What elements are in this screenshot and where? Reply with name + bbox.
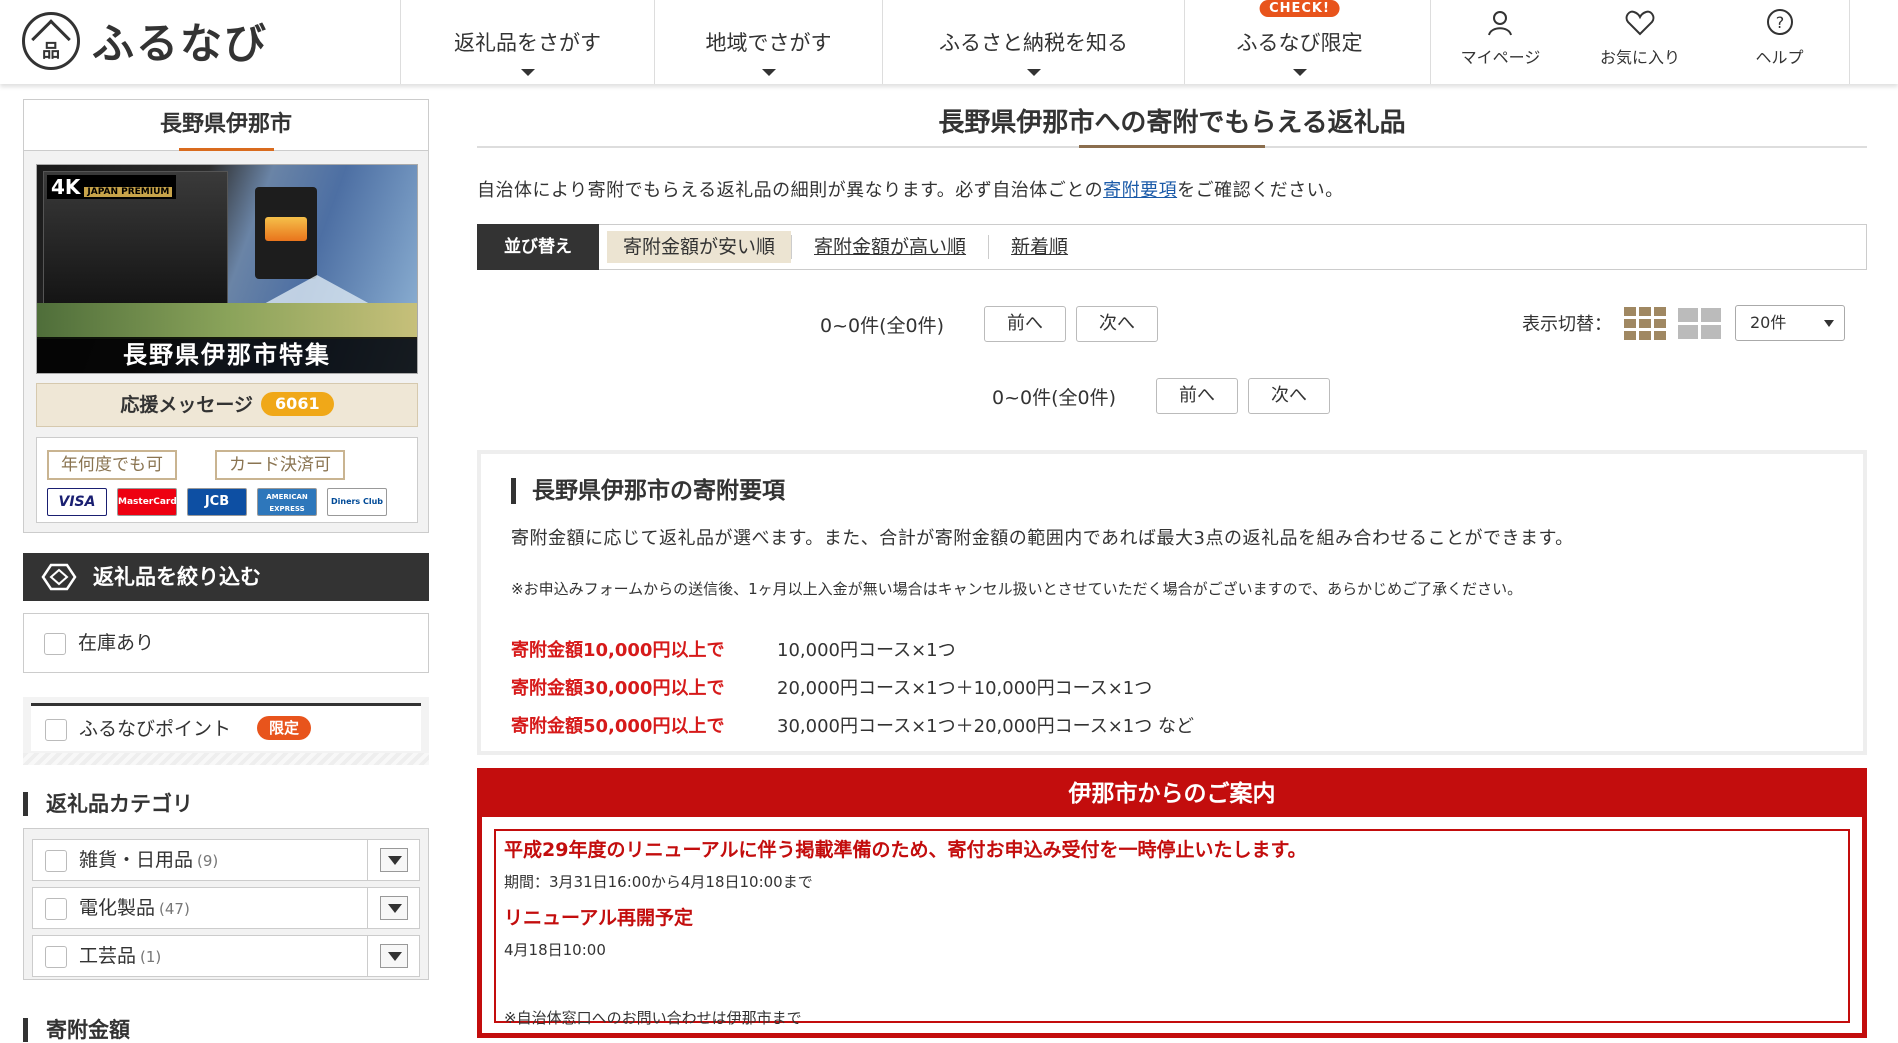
chevron-down-icon <box>380 848 408 872</box>
nav-search-region[interactable]: 地域でさがす <box>654 0 882 84</box>
sort-label: 並び替え <box>477 224 599 270</box>
grid-3col-icon[interactable] <box>1624 306 1666 340</box>
point-filter: ふるなびポイント 限定 <box>23 697 429 765</box>
point-checkbox[interactable] <box>45 718 67 741</box>
notice-period: 期間：3月31日16:00から4月18日10:00まで <box>504 873 813 891</box>
favorites-link[interactable]: お気に入り <box>1570 0 1710 84</box>
site-header: 品 ふるなび 返礼品をさがす 地域でさがす ふるさと納税を知る CHECK! ふ… <box>0 0 1898 84</box>
notice-title: 伊那市からのご案内 <box>482 773 1862 817</box>
chevron-down-icon <box>520 69 535 76</box>
sort-bar: 並び替え 寄附金額が安い順 寄附金額が高い順 新着順 <box>477 224 1867 270</box>
requirement-row: 寄附金額50,000円以上で 30,000円コース×1つ＋20,000円コース×1… <box>511 716 1194 737</box>
payment-info: 年何度でも可 カード決済可 VISA MasterCard JCB AMERIC… <box>36 437 418 523</box>
sort-newest[interactable]: 新着順 <box>989 235 1090 259</box>
amount-section-title: 寄附金額 <box>23 1018 130 1042</box>
expand-button[interactable] <box>367 936 419 976</box>
nav-furunavi-limited[interactable]: CHECK! ふるなび限定 <box>1184 0 1414 84</box>
prev-button[interactable]: 前へ <box>1156 378 1239 414</box>
nav-search-gifts[interactable]: 返礼品をさがす <box>400 0 654 84</box>
requirements-box: 長野県伊那市の寄附要項 寄附金額に応じて返礼品が選べます。また、合計が寄附金額の… <box>477 450 1867 755</box>
category-section-title: 返礼品カテゴリ <box>23 792 193 816</box>
heart-icon <box>1625 10 1655 36</box>
limited-badge: 限定 <box>257 716 312 740</box>
feature-banner[interactable]: 4K JAPAN PREMIUM 長野県伊那市特集 <box>36 164 418 374</box>
requirements-text: 寄附金額に応じて返礼品が選べます。また、合計が寄附金額の範囲内であれば最大3点の… <box>511 528 1574 549</box>
chevron-down-icon <box>1292 69 1307 76</box>
notice-body: 平成29年度のリニューアルに伴う掲載準備のため、寄付お申込み受付を一時停止いたし… <box>494 829 1850 1027</box>
in-stock-checkbox[interactable] <box>44 632 66 655</box>
grid-2col-icon[interactable] <box>1678 307 1721 339</box>
help-link[interactable]: ? ヘルプ <box>1710 0 1850 84</box>
requirements-title: 長野県伊那市の寄附要項 <box>511 478 785 504</box>
next-button[interactable]: 次へ <box>1248 378 1331 414</box>
prev-button[interactable]: 前へ <box>984 306 1067 342</box>
chevron-down-icon <box>380 944 408 968</box>
notice-reopen-title: リニューアル再開予定 <box>504 907 694 929</box>
tag-multiple-times: 年何度でも可 <box>47 450 177 480</box>
category-item[interactable]: 工芸品 (1) <box>32 935 420 977</box>
nav-learn-furusato[interactable]: ふるさと納税を知る <box>882 0 1184 84</box>
pager-bottom: 0~0件(全0件) 前へ 次へ <box>992 378 1340 414</box>
diners-card-icon: Diners Club <box>327 488 387 516</box>
requirements-link[interactable]: 寄附要項 <box>1103 180 1177 201</box>
category-item[interactable]: 電化製品 (47) <box>32 887 420 929</box>
chevron-down-icon <box>380 896 408 920</box>
help-icon: ? <box>1766 9 1793 35</box>
category-checkbox[interactable] <box>45 945 67 968</box>
notice-reopen-date: 4月18日10:00 <box>504 941 606 959</box>
pager-top: 0~0件(全0件) 前へ 次へ <box>820 306 1168 342</box>
requirements-note: ※お申込みフォームからの送信後、1ヶ月以上入金が無い場合はキャンセル扱いとさせて… <box>511 580 1523 598</box>
next-button[interactable]: 次へ <box>1076 306 1159 342</box>
expand-button[interactable] <box>367 840 419 880</box>
category-list: 雑貨・日用品 (9) 電化製品 (47) 工芸品 (1) <box>23 828 429 980</box>
user-icon <box>1487 11 1512 36</box>
municipality-panel: 4K JAPAN PREMIUM 長野県伊那市特集 応援メッセージ 6061 年何度… <box>23 151 429 533</box>
requirement-row: 寄附金額10,000円以上で 10,000円コース×1つ <box>511 640 956 661</box>
point-filter-row[interactable]: ふるなびポイント 限定 <box>31 703 421 751</box>
expand-button[interactable] <box>367 888 419 928</box>
svg-text:?: ? <box>1775 13 1784 32</box>
visa-card-icon: VISA <box>47 488 107 516</box>
banner-title: 長野県伊那市特集 <box>37 337 417 373</box>
notice-contact: ※自治体窓口へのお問い合わせは伊那市まで <box>504 1009 802 1027</box>
sort-price-asc[interactable]: 寄附金額が安い順 <box>607 231 792 263</box>
tag-card-payment: カード決済可 <box>215 450 345 480</box>
in-stock-filter[interactable]: 在庫あり <box>23 613 429 673</box>
notice-box: 伊那市からのご案内 平成29年度のリニューアルに伴う掲載準備のため、寄付お申込み… <box>477 768 1867 1038</box>
mastercard-icon: MasterCard <box>117 488 177 516</box>
logo-mark-icon: 品 <box>22 11 80 70</box>
amex-card-icon: AMERICAN EXPRESS <box>257 488 317 516</box>
view-switch: 表示切替： 20件 <box>1522 305 1845 341</box>
per-page-select[interactable]: 20件 <box>1735 305 1845 341</box>
intro-text: 自治体により寄附でもらえる返礼品の細則が異なります。必ず自治体ごとの寄附要項をご… <box>477 180 1344 201</box>
filter-logo-icon <box>41 563 77 591</box>
logo-text: ふるなび <box>92 19 269 68</box>
check-badge: CHECK! <box>1259 0 1340 17</box>
global-nav: 返礼品をさがす 地域でさがす ふるさと納税を知る CHECK! ふるなび限定 <box>400 0 1414 84</box>
page-title: 長野県伊那市への寄附でもらえる返礼品 <box>477 102 1867 148</box>
mypage-link[interactable]: マイページ <box>1430 0 1570 84</box>
result-count: 0~0件(全0件) <box>992 386 1117 409</box>
site-logo[interactable]: 品 ふるなび <box>22 10 268 71</box>
municipality-title: 長野県伊那市 <box>23 99 429 151</box>
result-count: 0~0件(全0件) <box>820 314 945 337</box>
chevron-down-icon <box>761 69 776 76</box>
notice-headline: 平成29年度のリニューアルに伴う掲載準備のため、寄付お申込み受付を一時停止いたし… <box>504 839 1307 861</box>
chevron-down-icon <box>1026 69 1041 76</box>
category-item[interactable]: 雑貨・日用品 (9) <box>32 839 420 881</box>
filter-header: 返礼品を絞り込む <box>23 553 429 601</box>
requirement-row: 寄附金額30,000円以上で 20,000円コース×1つ＋10,000円コース×1… <box>511 678 1153 699</box>
message-count-badge: 6061 <box>261 392 334 416</box>
category-checkbox[interactable] <box>45 897 67 920</box>
jcb-card-icon: JCB <box>187 488 247 516</box>
sort-price-desc[interactable]: 寄附金額が高い順 <box>791 235 990 259</box>
4k-badge: 4K JAPAN PREMIUM <box>47 175 177 199</box>
category-checkbox[interactable] <box>45 849 67 872</box>
support-message-button[interactable]: 応援メッセージ 6061 <box>36 383 418 427</box>
